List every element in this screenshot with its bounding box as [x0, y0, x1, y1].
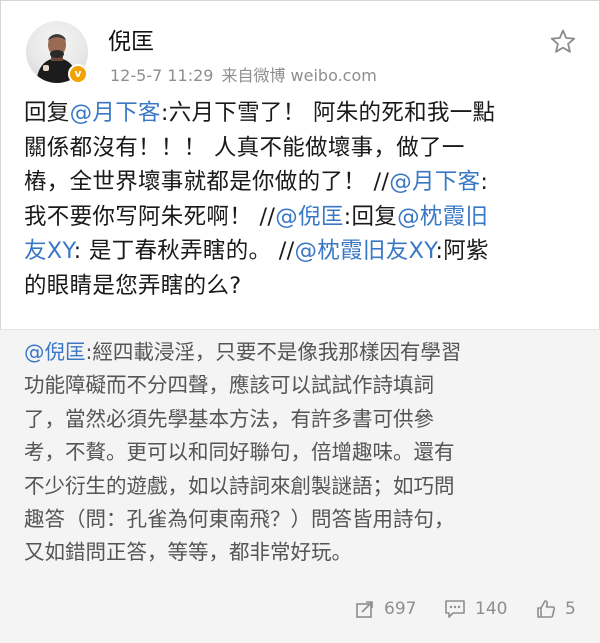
mention-link[interactable]: @月下客	[389, 169, 480, 195]
text-line: 功能障礙而不分四聲，應該可以試試作詩填詞	[24, 369, 580, 402]
username[interactable]: 倪匡	[108, 22, 154, 56]
text-line: 的眼睛是您弄瞎的么?	[24, 269, 580, 304]
text-segment: 回复	[24, 100, 70, 126]
action-bar: 697 140 5	[0, 589, 600, 643]
repost-button[interactable]: 697	[355, 589, 416, 629]
repost-count: 697	[384, 599, 417, 619]
text-line: 回复@月下客:六月下雪了！ 阿朱的死和我一點	[24, 96, 580, 131]
post-content: 回复@月下客:六月下雪了！ 阿朱的死和我一點 關係都沒有！！！ 人真不能做壞事，做…	[24, 96, 580, 304]
text-segment: 我不要你写阿朱死啊！ //	[24, 203, 276, 230]
post-source[interactable]: 来自微博 weibo.com	[221, 66, 376, 85]
text-segment: 了，當然必須先學基本方法，有許多書可供參	[24, 406, 434, 431]
retweeted-content: @倪匡:經四載浸淫，只要不是像我那樣因有學習功能障礙而不分四聲，應該可以試試作詩…	[24, 336, 580, 570]
mention-link[interactable]: @月下客	[70, 100, 161, 126]
like-button[interactable]: 5	[536, 589, 576, 629]
mention-link[interactable]: @倪匡	[275, 204, 343, 230]
mention-link[interactable]: @倪匡	[24, 340, 86, 364]
text-segment: 考，不贅。更可以和同好聯句，倍增趣味。還有	[24, 440, 455, 465]
comment-icon	[445, 600, 465, 618]
text-line: 趣答（問：孔雀為何東南飛？）問答皆用詩句，	[24, 503, 580, 536]
text-line: 考，不贅。更可以和同好聯句，倍增趣味。還有	[24, 436, 580, 469]
like-count: 5	[565, 599, 576, 619]
like-icon	[537, 600, 556, 618]
post-meta: 12-5-7 11:29 来自微博 weibo.com	[110, 62, 377, 86]
text-segment: 關係都沒有！！！ 人真不能做壞事，做了一	[24, 134, 465, 161]
text-line: 樁，全世界壞事就都是你做的了！ //@月下客:	[24, 165, 580, 200]
text-line: 我不要你写阿朱死啊！ //@倪匡:回复@枕霞旧	[24, 200, 580, 235]
text-segment: :六月下雪了！ 阿朱的死和我一點	[160, 100, 496, 126]
text-line: @倪匡:經四載浸淫，只要不是像我那樣因有學習	[24, 336, 580, 369]
comment-button[interactable]: 140	[444, 589, 507, 629]
text-line: 關係都沒有！！！ 人真不能做壞事，做了一	[24, 131, 580, 166]
text-segment: 功能障礙而不分四聲，應該可以試試作詩填詞	[24, 373, 434, 398]
text-segment: :阿紫	[435, 238, 489, 265]
verified-badge-icon: v	[68, 64, 88, 84]
text-segment: 趣答（問：孔雀為何東南飛？）問答皆用詩句，	[24, 507, 455, 532]
post-header: v 倪匡 12-5-7 11:29 来自微博 weibo.com	[0, 0, 600, 95]
text-segment: :經四載浸淫，只要不是像我那樣因有學習	[85, 340, 462, 364]
star-icon[interactable]	[549, 28, 577, 56]
mention-link[interactable]: @枕霞旧	[397, 204, 488, 230]
text-segment: 不少衍生的遊戲，如以詩詞來創製謎語；如巧問	[24, 473, 455, 498]
text-segment: :	[480, 169, 489, 196]
comment-count: 140	[475, 599, 508, 619]
text-line: 了，當然必須先學基本方法，有許多書可供參	[24, 403, 580, 436]
text-segment: 樁，全世界壞事就都是你做的了！ //	[24, 169, 390, 196]
text-segment: 又如錯問正答，等等，都非常好玩。	[24, 540, 352, 565]
text-segment: : 是丁春秋弄瞎的。 //	[73, 238, 295, 265]
post-timestamp[interactable]: 12-5-7 11:29	[110, 66, 213, 85]
text-segment: :回复	[343, 203, 398, 230]
mention-link[interactable]: @枕霞旧友XY	[295, 238, 436, 264]
text-segment: 的眼睛是您弄瞎的么?	[24, 272, 242, 299]
text-line: 友XY: 是丁春秋弄瞎的。 //@枕霞旧友XY:阿紫	[24, 234, 580, 269]
repost-icon	[356, 601, 373, 618]
text-line: 不少衍生的遊戲，如以詩詞來創製謎語；如巧問	[24, 470, 580, 503]
mention-link[interactable]: 友XY	[24, 238, 74, 264]
text-line: 又如錯問正答，等等，都非常好玩。	[24, 536, 580, 569]
